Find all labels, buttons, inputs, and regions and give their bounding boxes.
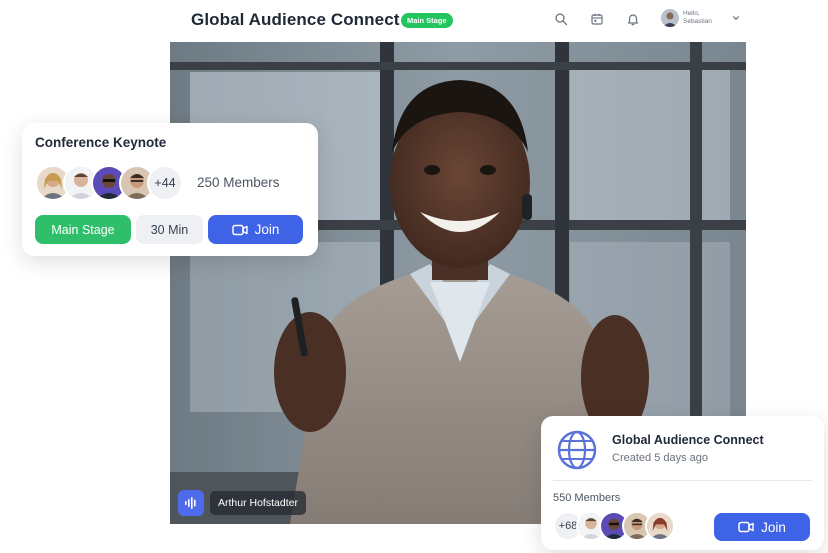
globe-icon: [557, 430, 597, 470]
join-group-button[interactable]: Join: [714, 513, 810, 541]
divider: [553, 480, 812, 481]
group-member-avatars: +68: [553, 511, 675, 541]
user-greeting: Hello, Sebastian: [683, 10, 712, 26]
top-header: Global Audience Connect Main Stage Hello…: [170, 0, 746, 42]
join-label: Join: [761, 519, 786, 535]
group-card: Global Audience Connect Created 5 days a…: [541, 416, 824, 550]
more-members-count: +44: [147, 165, 183, 201]
group-title: Global Audience Connect: [612, 433, 764, 447]
audio-wave-icon: [185, 497, 196, 509]
greeting-line2: Sebastian: [683, 18, 712, 25]
video-camera-icon: [231, 224, 248, 235]
member-avatars: +44: [35, 165, 183, 201]
page-title: Global Audience Connect: [191, 10, 400, 29]
app-stage: Global Audience Connect Main Stage Hello…: [0, 0, 828, 553]
join-label: Join: [254, 222, 280, 237]
calendar-icon[interactable]: [590, 12, 604, 26]
bell-icon[interactable]: [626, 12, 640, 26]
group-created: Created 5 days ago: [612, 452, 709, 464]
chevron-down-icon[interactable]: [732, 14, 740, 22]
user-avatar[interactable]: [661, 9, 679, 27]
duration-tag: 30 Min: [136, 215, 203, 244]
search-icon[interactable]: [554, 12, 568, 26]
stage-badge: Main Stage: [401, 13, 453, 28]
join-keynote-button[interactable]: Join: [208, 215, 303, 244]
speaker-name: Arthur Hofstadter: [210, 491, 306, 515]
video-camera-icon: [738, 521, 754, 533]
audio-wave-button[interactable]: [178, 490, 204, 516]
member-avatar: [645, 511, 675, 541]
greeting-line1: Hello,: [683, 10, 700, 17]
keynote-title: Conference Keynote: [35, 135, 167, 150]
conference-keynote-card: Conference Keynote +44 250 Members Main …: [22, 123, 318, 256]
group-member-count: 550 Members: [553, 492, 621, 504]
main-stage-tag: Main Stage: [35, 215, 131, 244]
member-count: 250 Members: [197, 175, 280, 190]
speaker-label: Arthur Hofstadter: [178, 490, 306, 516]
